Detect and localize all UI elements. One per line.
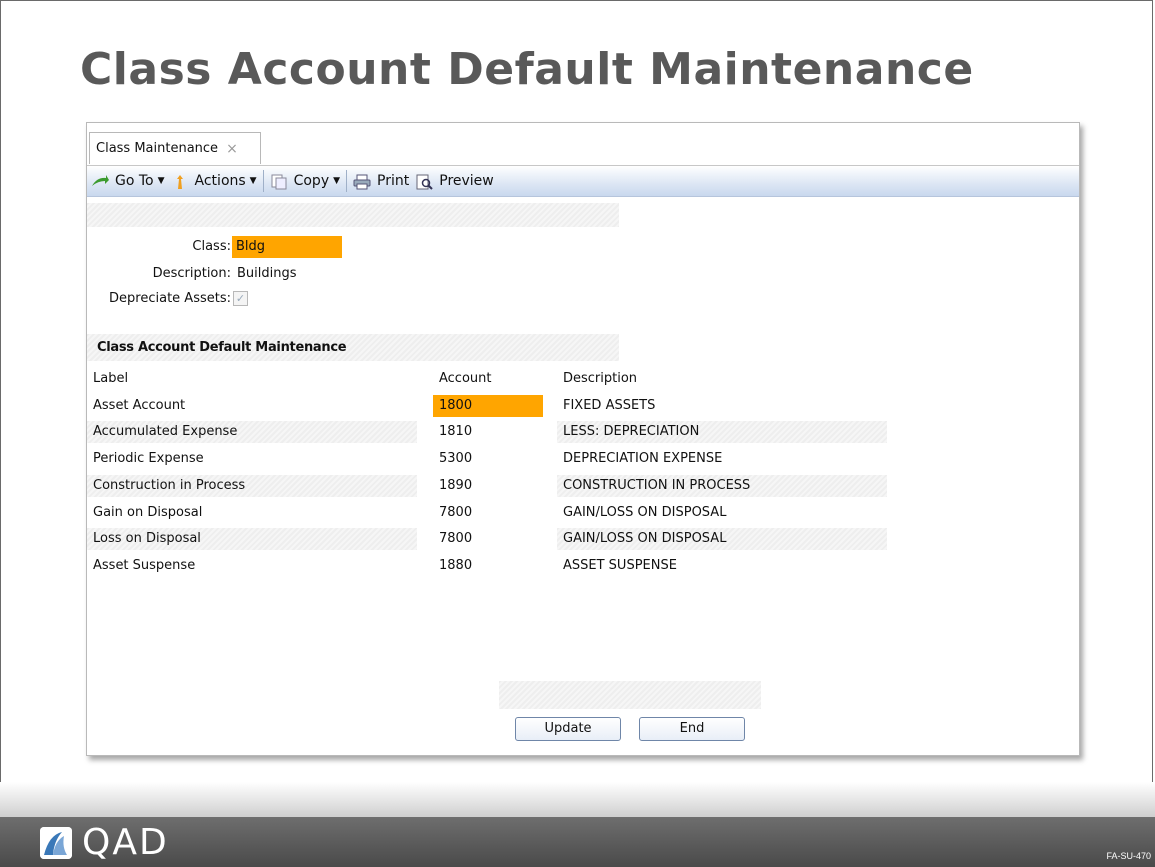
- depreciate-assets-label: Depreciate Assets:: [109, 291, 231, 306]
- account-field[interactable]: 1800: [433, 395, 543, 417]
- account-field[interactable]: 7800: [433, 528, 543, 550]
- row-description: DEPRECIATION EXPENSE: [563, 451, 723, 466]
- copy-icon: [270, 174, 288, 190]
- table-row: Asset Suspense 1880 ASSET SUSPENSE: [87, 555, 1079, 577]
- print-button[interactable]: Print: [353, 173, 409, 190]
- row-description: CONSTRUCTION IN PROCESS: [557, 475, 887, 497]
- goto-button[interactable]: Go To ▼: [91, 173, 165, 189]
- column-header-account: Account: [439, 371, 492, 386]
- preview-button[interactable]: Preview: [415, 173, 494, 190]
- preview-icon: [415, 174, 433, 190]
- depreciate-assets-checkbox[interactable]: ✓: [233, 291, 248, 306]
- print-icon: [353, 174, 371, 190]
- qad-logo: QAD: [40, 822, 169, 863]
- account-field[interactable]: 1890: [433, 475, 543, 497]
- qad-logo-icon: [40, 826, 72, 859]
- toolbar-separator: [346, 170, 348, 192]
- goto-icon: [91, 174, 109, 188]
- row-description: FIXED ASSETS: [563, 398, 656, 413]
- description-label: Description:: [152, 266, 231, 281]
- actions-icon: [171, 174, 189, 189]
- table-row: Periodic Expense 5300 DEPRECIATION EXPEN…: [87, 448, 1079, 470]
- table-row: Asset Account 1800 FIXED ASSETS: [87, 395, 1079, 417]
- description-value: Buildings: [237, 266, 297, 281]
- update-button[interactable]: Update: [515, 717, 621, 741]
- row-label: Asset Account: [93, 398, 186, 413]
- tab-bar: Class Maintenance ×: [87, 123, 1079, 166]
- account-field[interactable]: 1880: [433, 555, 543, 577]
- row-description: GAIN/LOSS ON DISPOSAL: [563, 505, 727, 520]
- row-label: Asset Suspense: [93, 558, 196, 573]
- dropdown-arrow-icon: ▼: [333, 176, 341, 186]
- logo-text: QAD: [82, 822, 169, 863]
- footer-bar: [0, 817, 1155, 867]
- table-row: Accumulated Expense 1810 LESS: DEPRECIAT…: [87, 421, 1079, 443]
- row-label: Construction in Process: [87, 475, 417, 497]
- tab-class-maintenance[interactable]: Class Maintenance ×: [89, 132, 261, 164]
- account-field[interactable]: 7800: [433, 502, 543, 524]
- slide-code: FA-SU-470: [1106, 851, 1151, 861]
- column-header-description: Description: [563, 371, 638, 386]
- table-row: Construction in Process 1890 CONSTRUCTIO…: [87, 475, 1079, 497]
- tab-label: Class Maintenance: [96, 141, 219, 156]
- dropdown-arrow-icon: ▼: [157, 176, 165, 186]
- dropdown-arrow-icon: ▼: [249, 176, 257, 186]
- slide-title: Class Account Default Maintenance: [80, 44, 974, 95]
- class-field[interactable]: Bldg: [232, 236, 342, 258]
- footer-fade: [0, 782, 1155, 817]
- row-description: ASSET SUSPENSE: [563, 558, 677, 573]
- row-description: LESS: DEPRECIATION: [557, 421, 887, 443]
- end-button[interactable]: End: [639, 717, 745, 741]
- header-strip: [87, 203, 619, 227]
- actions-button[interactable]: Actions ▼: [171, 173, 257, 189]
- close-icon[interactable]: ×: [226, 141, 238, 157]
- account-field[interactable]: 1810: [433, 421, 543, 443]
- column-header-label: Label: [93, 371, 129, 386]
- row-label: Loss on Disposal: [87, 528, 417, 550]
- row-label: Accumulated Expense: [87, 421, 417, 443]
- table-row: Loss on Disposal 7800 GAIN/LOSS ON DISPO…: [87, 528, 1079, 550]
- account-field[interactable]: 5300: [433, 448, 543, 470]
- toolbar-separator: [262, 170, 264, 192]
- table-row: Gain on Disposal 7800 GAIN/LOSS ON DISPO…: [87, 502, 1079, 524]
- row-description: GAIN/LOSS ON DISPOSAL: [557, 528, 887, 550]
- row-label: Periodic Expense: [93, 451, 204, 466]
- toolbar: Go To ▼ Actions ▼ Copy ▼ Print Preview: [87, 166, 1079, 197]
- row-label: Gain on Disposal: [93, 505, 203, 520]
- class-maintenance-window: Class Maintenance × Go To ▼ Actions ▼ Co…: [86, 122, 1080, 756]
- class-label: Class:: [192, 239, 231, 254]
- copy-button[interactable]: Copy ▼: [270, 173, 341, 190]
- section-title: Class Account Default Maintenance: [87, 334, 619, 361]
- button-strip: [499, 681, 761, 709]
